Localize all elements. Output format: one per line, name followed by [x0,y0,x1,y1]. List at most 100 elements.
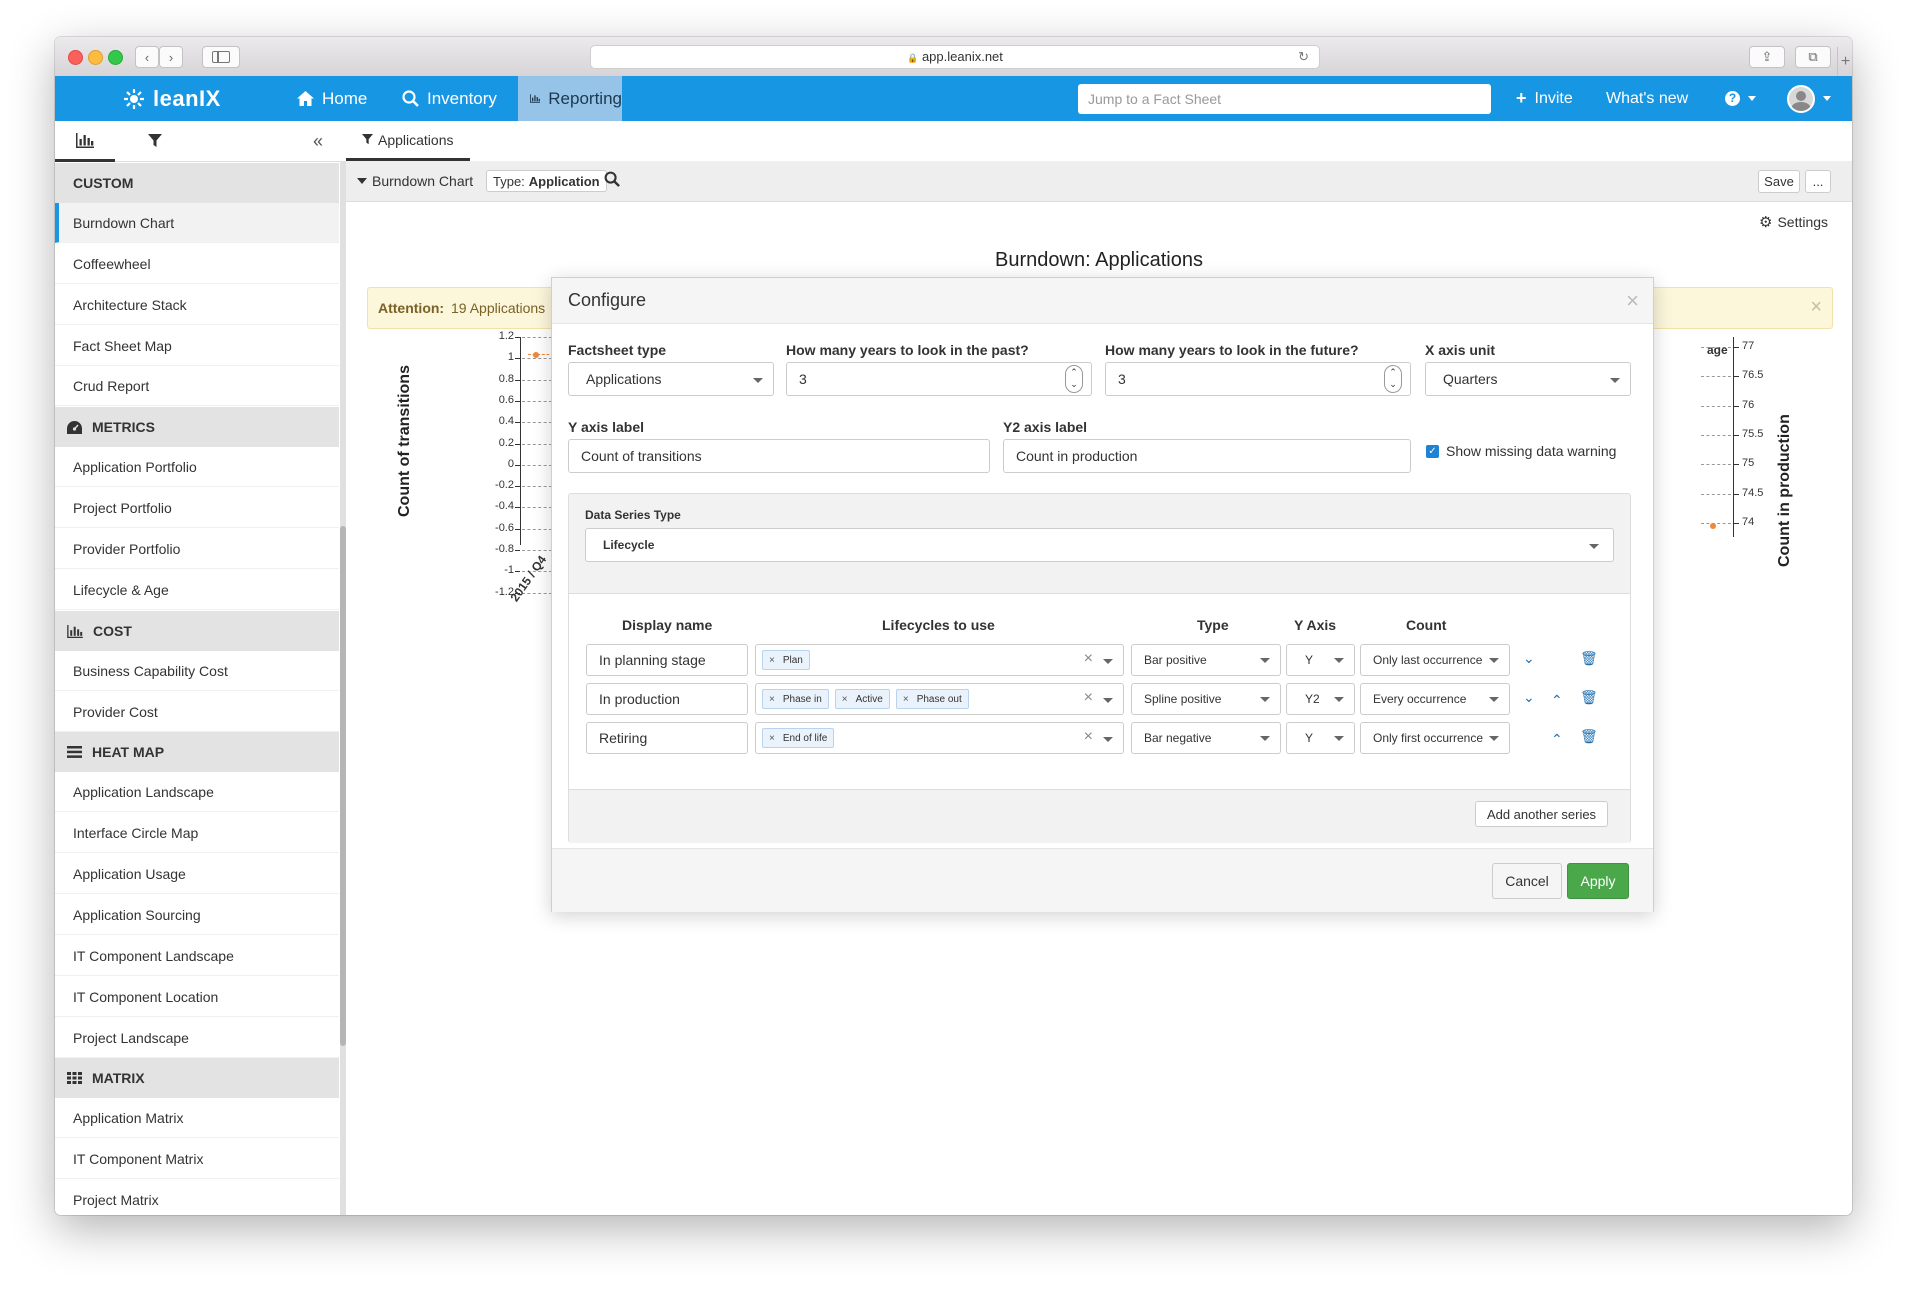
new-tab-button[interactable]: + [1837,47,1852,76]
y-axis-select[interactable]: Y2 [1286,683,1355,715]
sidebar-item-provider-cost[interactable]: Provider Cost [55,692,339,732]
trash-icon[interactable]: 🗑 [1580,728,1598,745]
trash-icon[interactable]: 🗑 [1580,650,1598,667]
clear-icon[interactable]: × [1084,728,1093,746]
nav-inventory[interactable]: Inventory [402,76,497,121]
display-name-input[interactable]: In production [586,683,748,715]
back-button[interactable]: ‹ [135,46,159,68]
close-window-button[interactable] [68,50,83,65]
more-options-button[interactable]: ... [1805,170,1831,193]
count-select[interactable]: Only last occurrence [1360,644,1510,676]
move-down-icon[interactable]: ⌄ [1523,689,1535,706]
share-button[interactable]: ⇪ [1749,46,1785,68]
apply-button[interactable]: Apply [1567,863,1629,899]
sidebar-item-it-component-location[interactable]: IT Component Location [55,977,339,1017]
collapse-sidebar-button[interactable]: « [313,131,323,152]
sidebar-item-project-portfolio[interactable]: Project Portfolio [55,488,339,528]
trash-icon[interactable]: 🗑 [1580,689,1598,706]
lifecycle-tag[interactable]: × Phase in [762,689,829,709]
series-type-select[interactable]: Spline positive [1131,683,1281,715]
move-up-icon[interactable]: ⌃ [1551,731,1563,748]
remove-tag-icon[interactable]: × [769,694,775,705]
lifecycle-tag[interactable]: × Active [834,689,890,709]
series-type-select[interactable]: Bar negative [1131,722,1281,754]
close-icon[interactable]: × [1810,296,1822,319]
lifecycle-tag[interactable]: × Plan [762,650,810,670]
report-selector[interactable]: Burndown Chart [357,173,473,189]
sidebar-item-application-sourcing[interactable]: Application Sourcing [55,895,339,935]
sidebar-item-provider-portfolio[interactable]: Provider Portfolio [55,529,339,569]
display-name-input[interactable]: In planning stage [586,644,748,676]
x-axis-unit-select[interactable]: Quarters [1425,362,1631,396]
future-years-input[interactable]: 3 ⌃ ⌄ [1105,362,1411,396]
count-select[interactable]: Every occurrence [1360,683,1510,715]
clear-icon[interactable]: × [1084,650,1093,668]
nav-reporting[interactable]: Reporting [518,76,622,121]
minimize-window-button[interactable] [88,50,103,65]
tab-applications[interactable]: Applications [346,121,470,161]
user-menu[interactable] [1787,76,1831,121]
whats-new-link[interactable]: What's new [1606,76,1688,121]
save-button[interactable]: Save [1758,170,1800,193]
lifecycles-multiselect[interactable]: × Phase in × Active × Phase out × [755,683,1124,715]
sidebar-item-application-usage[interactable]: Application Usage [55,854,339,894]
move-down-icon[interactable]: ⌄ [1523,650,1535,667]
lifecycle-tag[interactable]: × End of life [762,728,835,748]
lifecycle-tag[interactable]: × Phase out [895,689,969,709]
sidebar-item-project-matrix[interactable]: Project Matrix [55,1180,339,1215]
y-axis-select[interactable]: Y [1286,722,1355,754]
leanix-logo[interactable]: leanIX [123,76,221,121]
toolbar-search-button[interactable] [604,171,620,190]
reload-icon[interactable]: ↻ [1298,46,1309,68]
sidebar-item-architecture-stack[interactable]: Architecture Stack [55,285,339,325]
sidebar-item-crud-report[interactable]: Crud Report [55,366,339,406]
y-axis-select[interactable]: Y [1286,644,1355,676]
sidebar-item-application-landscape[interactable]: Application Landscape [55,772,339,812]
sidebar-item-it-component-matrix[interactable]: IT Component Matrix [55,1139,339,1179]
sidebar-item-application-matrix[interactable]: Application Matrix [55,1098,339,1138]
stepper-icon[interactable]: ⌃ ⌄ [1384,365,1402,393]
zoom-window-button[interactable] [108,50,123,65]
sidebar-tab-filter[interactable] [130,121,180,161]
nav-home[interactable]: Home [297,76,367,121]
missing-data-warning-checkbox[interactable]: ✓ Show missing data warning [1426,443,1616,459]
sidebar-tab-reports[interactable] [55,121,115,162]
y-axis-label-input[interactable]: Count of transitions [568,439,990,473]
forward-button[interactable]: › [159,46,183,68]
sidebar-item-project-landscape[interactable]: Project Landscape [55,1018,339,1058]
help-menu[interactable]: ? [1725,76,1756,121]
settings-button[interactable]: ⚙ Settings [1759,213,1828,231]
sidebar-item-coffeewheel[interactable]: Coffeewheel [55,244,339,284]
close-icon[interactable]: × [1626,288,1639,314]
display-name-input[interactable]: Retiring [586,722,748,754]
remove-tag-icon[interactable]: × [903,694,909,705]
tab-overview-button[interactable]: ⧉ [1795,46,1831,68]
clear-icon[interactable]: × [1084,689,1093,707]
lifecycles-multiselect[interactable]: × End of life × [755,722,1124,754]
invite-button[interactable]: + Invite [1516,76,1573,121]
stepper-icon[interactable]: ⌃ ⌄ [1065,365,1083,393]
type-filter-chip[interactable]: Type: Application [486,170,607,192]
lifecycles-multiselect[interactable]: × Plan × [755,644,1124,676]
address-bar[interactable]: 🔒 app.leanix.net ↻ [590,45,1320,69]
sidebar-item-it-component-landscape[interactable]: IT Component Landscape [55,936,339,976]
remove-tag-icon[interactable]: × [769,733,775,744]
series-type-select[interactable]: Bar positive [1131,644,1281,676]
data-series-type-select[interactable]: Lifecycle [585,528,1614,562]
sidebar-item-lifecycle-age[interactable]: Lifecycle & Age [55,570,339,610]
move-up-icon[interactable]: ⌃ [1551,692,1563,709]
add-series-button[interactable]: Add another series [1475,801,1608,827]
remove-tag-icon[interactable]: × [842,694,848,705]
remove-tag-icon[interactable]: × [769,655,775,666]
past-years-input[interactable]: 3 ⌃ ⌄ [786,362,1092,396]
sidebar-toggle-button[interactable] [202,46,240,68]
fact-sheet-search-input[interactable]: Jump to a Fact Sheet [1078,84,1491,114]
factsheet-type-select[interactable]: Applications [568,362,774,396]
sidebar-item-application-portfolio[interactable]: Application Portfolio [55,447,339,487]
sidebar-item-fact-sheet-map[interactable]: Fact Sheet Map [55,326,339,366]
sidebar-item-business-capability-cost[interactable]: Business Capability Cost [55,651,339,691]
y2-axis-label-input[interactable]: Count in production [1003,439,1411,473]
cancel-button[interactable]: Cancel [1492,863,1562,899]
sidebar-item-burndown-chart[interactable]: Burndown Chart [55,203,339,243]
sidebar-item-interface-circle-map[interactable]: Interface Circle Map [55,813,339,853]
